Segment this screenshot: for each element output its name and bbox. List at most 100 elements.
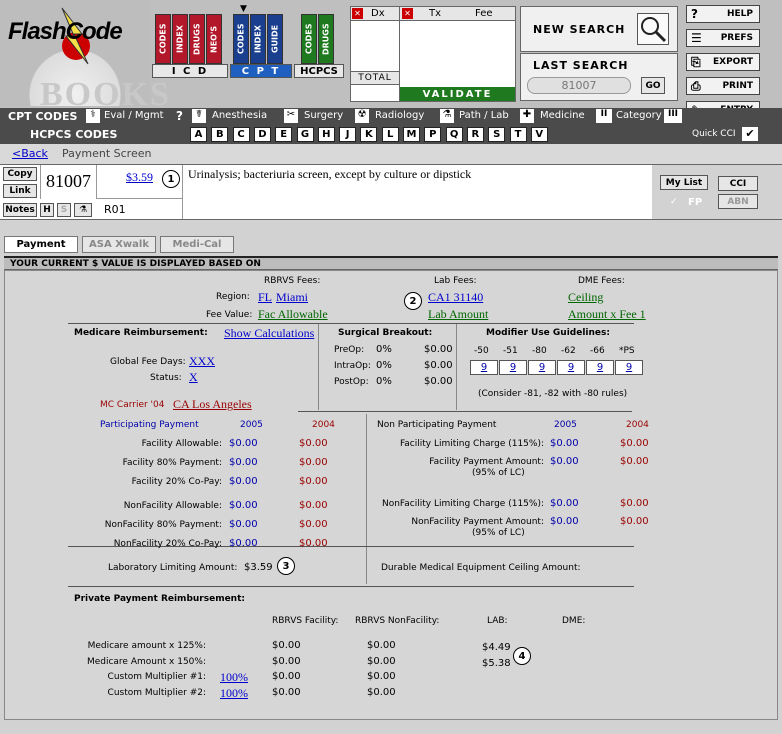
modifier-value-link[interactable]: 9 (470, 360, 498, 375)
hcpcs-letter-e[interactable]: E (275, 127, 293, 142)
custom-multiplier-link[interactable]: 100% (220, 686, 248, 701)
surgical-row-amount: $0.00 (424, 376, 453, 387)
lab-icon[interactable]: ⚗ (74, 203, 92, 217)
modifier-value-link[interactable]: 9 (586, 360, 614, 375)
private-lab-value: $5.38 (482, 657, 511, 669)
hcpcs-letter-h[interactable]: H (317, 127, 335, 142)
custom-multiplier-link[interactable]: 100% (220, 670, 248, 685)
book-cpt-index[interactable]: INDEX (250, 14, 266, 64)
modifier-value-link[interactable]: 9 (557, 360, 585, 375)
cpt-radiology[interactable]: Radiology (375, 110, 424, 121)
my-list-button[interactable]: My List (660, 175, 708, 190)
cpt-medicine[interactable]: Medicine (540, 110, 585, 121)
category-icd-button[interactable]: I C D (152, 64, 228, 78)
nonparticipating-row-sub: (95% of LC) (472, 528, 525, 538)
book-icd-index[interactable]: INDEX (172, 14, 188, 64)
help-button[interactable]: ? HELP (686, 5, 760, 23)
export-button[interactable]: ⎘ EXPORT (686, 53, 760, 71)
nonparticipating-row-label: NonFacility Payment Amount: (411, 517, 544, 527)
tab-medi-cal[interactable]: Medi-Cal (160, 236, 234, 253)
nonparticipating-row-label: NonFacility Limiting Charge (115%): (381, 499, 544, 509)
tx-clear-icon[interactable]: ✕ (402, 8, 413, 19)
participating-year-2004: 2004 (312, 420, 335, 430)
rbrvs-fees-label: RBRVS Fees: (264, 276, 321, 286)
category-cpt-button[interactable]: C P T (230, 64, 292, 78)
global-fee-days-link[interactable]: XXX (189, 354, 215, 369)
quick-cci-checkbox[interactable]: ✔ (742, 127, 758, 141)
modifier-value-link[interactable]: 9 (528, 360, 556, 375)
link-button[interactable]: Link (3, 184, 37, 198)
lab-region-link[interactable]: CA1 31140 (428, 290, 483, 305)
region-state-link[interactable]: FL (258, 290, 272, 305)
cci-button[interactable]: CCI (718, 176, 758, 191)
category-hcpcs-button[interactable]: HCPCS (294, 64, 344, 78)
book-hcpcs-codes[interactable]: CODES (301, 14, 317, 64)
breadcrumb-screen: Payment Screen (62, 147, 152, 160)
book-icd-codes[interactable]: CODES (155, 14, 171, 64)
cpt-anesthesia[interactable]: Anesthesia (212, 110, 267, 121)
hcpcs-letter-c[interactable]: C (232, 127, 250, 142)
hcpcs-letter-g[interactable]: G (296, 127, 314, 142)
region-city-link[interactable]: Miami (276, 290, 308, 305)
cpt-path-lab[interactable]: Path / Lab (459, 110, 509, 121)
modifier-value-link[interactable]: 9 (615, 360, 643, 375)
private-rbrvs-facility-value: $0.00 (272, 671, 301, 682)
hcpcs-letter-l[interactable]: L (381, 127, 399, 142)
h-button[interactable]: H (40, 203, 54, 217)
hcpcs-letter-q[interactable]: Q (445, 127, 463, 142)
hcpcs-letter-m[interactable]: M (403, 127, 420, 142)
hcpcs-letter-k[interactable]: K (360, 127, 378, 142)
new-search-button[interactable]: NEW SEARCH (520, 6, 678, 52)
book-icd-neos[interactable]: NEO'S (206, 14, 222, 64)
cpt-eval-mgmt[interactable]: Eval / Mgmt (104, 110, 164, 121)
cpt-category[interactable]: Category (616, 110, 662, 121)
book-cpt-codes[interactable]: CODES (233, 14, 249, 64)
abn-button[interactable]: ABN (718, 194, 758, 209)
code-fee-link[interactable]: $3.59 (126, 170, 153, 185)
book-icd-drugs[interactable]: DRUGS (189, 14, 205, 64)
book-cpt-guide[interactable]: GUIDE (267, 14, 283, 64)
back-link[interactable]: <Back (12, 147, 48, 160)
fee-value-link[interactable]: Fac Allowable (258, 307, 328, 322)
status-link[interactable]: X (189, 370, 198, 385)
notes-button[interactable]: Notes (3, 203, 37, 217)
hcpcs-letter-t[interactable]: T (509, 127, 527, 142)
modifier-value-link[interactable]: 9 (499, 360, 527, 375)
printer-icon: ⎙ (691, 79, 701, 93)
cpt-surgery[interactable]: Surgery (304, 110, 343, 121)
s-button[interactable]: S (57, 203, 71, 217)
hcpcs-letter-p[interactable]: P (424, 127, 442, 142)
lab-value-link[interactable]: Lab Amount (428, 307, 488, 322)
hcpcs-letter-d[interactable]: D (253, 127, 271, 142)
participating-value-2004: $0.00 (299, 500, 328, 511)
prefs-button[interactable]: ☰ PREFS (686, 29, 760, 47)
dme-region-link[interactable]: Ceiling (568, 290, 603, 305)
private-header-lab: LAB: (487, 616, 508, 626)
hcpcs-letter-r[interactable]: R (466, 127, 484, 142)
hcpcs-letter-b[interactable]: B (211, 127, 229, 142)
total-label: TOTAL (351, 71, 399, 85)
help-label: HELP (726, 9, 753, 19)
book-hcpcs-drugs[interactable]: DRUGS (318, 14, 334, 64)
mc-carrier-link[interactable]: CA Los Angeles (173, 397, 252, 412)
dme-value-link[interactable]: Amount x Fee 1 (568, 307, 646, 322)
surgical-row-label: IntraOp: (334, 361, 371, 371)
validate-button[interactable]: VALIDATE (400, 87, 515, 101)
participating-row-label: NonFacility Allowable: (123, 501, 222, 511)
print-button[interactable]: ⎙ PRINT (686, 77, 760, 95)
participating-row-label: NonFacility 20% Co-Pay: (113, 539, 222, 549)
last-search-input[interactable]: 81007 (527, 77, 631, 94)
hcpcs-letter-s[interactable]: S (488, 127, 506, 142)
tab-payment[interactable]: Payment (4, 236, 78, 253)
hcpcs-letter-a[interactable]: A (190, 127, 207, 142)
hcpcs-letter-j[interactable]: J (339, 127, 357, 142)
go-button[interactable]: GO (641, 77, 665, 94)
copy-button[interactable]: Copy (3, 167, 37, 181)
show-calculations-link[interactable]: Show Calculations (224, 326, 314, 341)
tab-asa-xwalk[interactable]: ASA Xwalk (82, 236, 156, 253)
category-iii-icon[interactable]: III (664, 109, 682, 123)
hcpcs-letter-v[interactable]: V (530, 127, 548, 142)
dx-clear-icon[interactable]: ✕ (352, 8, 363, 19)
cpt-codes-title: CPT CODES (8, 110, 78, 123)
nonparticipating-value-2005: $0.00 (550, 498, 579, 509)
